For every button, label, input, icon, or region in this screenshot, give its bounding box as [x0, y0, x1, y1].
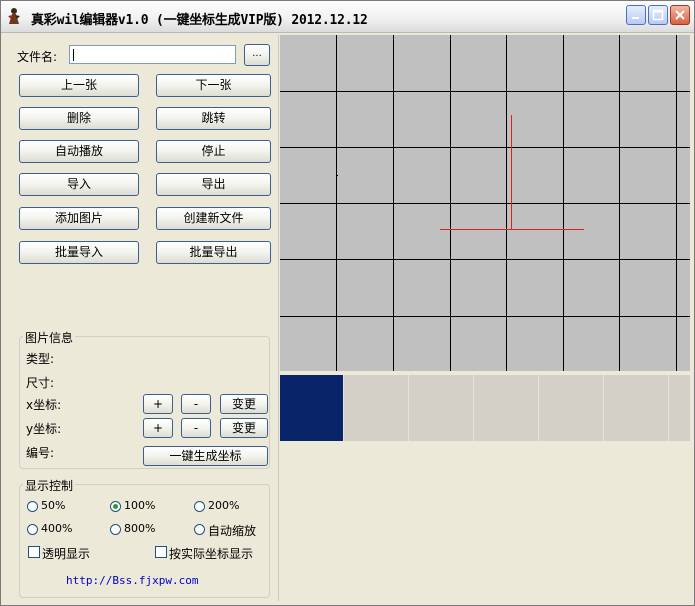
website-link[interactable]: http://Bss.fjxpw.com: [66, 574, 198, 587]
image-canvas[interactable]: [280, 35, 690, 371]
radio-zoom-400-label: 400%: [41, 522, 73, 535]
radio-zoom-100[interactable]: [110, 501, 121, 512]
radio-auto-zoom-label: 自动缩放: [208, 524, 257, 538]
x-change-button[interactable]: 变更: [220, 394, 268, 414]
display-control-title: 显示控制: [23, 477, 76, 494]
title-bar[interactable]: 真彩wil编辑器v1.0 (一键坐标生成VIP版) 2012.12.12: [1, 1, 694, 33]
y-change-button[interactable]: 变更: [220, 418, 268, 438]
thumbnail[interactable]: [605, 375, 669, 441]
crosshair-horizontal: [440, 229, 584, 230]
radio-zoom-400[interactable]: [27, 524, 38, 535]
maximize-icon: [652, 9, 664, 21]
transparent-label: 透明显示: [42, 547, 91, 561]
batch-import-button[interactable]: 批量导入: [19, 241, 139, 264]
minimize-button[interactable]: [626, 5, 646, 25]
radio-zoom-200[interactable]: [194, 501, 205, 512]
create-file-button[interactable]: 创建新文件: [156, 207, 271, 230]
import-button[interactable]: 导入: [19, 173, 139, 196]
text-caret: [73, 49, 74, 61]
close-icon: [675, 10, 685, 20]
filename-label: 文件名:: [17, 50, 58, 64]
x-coord-label: x坐标:: [26, 398, 62, 412]
browse-button[interactable]: ...: [244, 44, 270, 66]
control-panel: 文件名: ... 上一张 下一张 删除 跳转 自动播放 停止 导入 导出 添加图…: [7, 35, 279, 601]
y-plus-button[interactable]: +: [143, 418, 173, 438]
x-plus-button[interactable]: +: [143, 394, 173, 414]
stop-button[interactable]: 停止: [156, 140, 271, 163]
size-label: 尺寸:: [26, 376, 55, 390]
grid-line-h: [280, 147, 690, 148]
thumbnail[interactable]: [475, 375, 539, 441]
main-window: 真彩wil编辑器v1.0 (一键坐标生成VIP版) 2012.12.12 文件名…: [0, 0, 695, 606]
close-button[interactable]: [670, 5, 690, 25]
radio-zoom-100-label: 100%: [124, 499, 156, 512]
thumbnail-selected[interactable]: [280, 375, 344, 441]
crosshair-vertical: [511, 115, 512, 230]
radio-zoom-50-label: 50%: [41, 499, 66, 512]
type-label: 类型:: [26, 352, 55, 366]
generate-coords-button[interactable]: 一键生成坐标: [143, 446, 268, 466]
thumbnail[interactable]: [410, 375, 474, 441]
minimize-icon: [632, 17, 639, 19]
radio-zoom-50[interactable]: [27, 501, 38, 512]
transparent-checkbox[interactable]: [28, 546, 40, 558]
actual-coords-label: 按实际坐标显示: [169, 547, 254, 561]
grid-line-h: [280, 91, 690, 92]
radio-zoom-800[interactable]: [110, 524, 121, 535]
actual-coords-checkbox[interactable]: [155, 546, 167, 558]
y-coord-label: y坐标:: [26, 422, 62, 436]
thumbnail[interactable]: [540, 375, 604, 441]
id-label: 编号:: [26, 446, 55, 460]
radio-auto-zoom[interactable]: [194, 524, 205, 535]
thumbnail-strip: [280, 375, 690, 441]
pixel-mark: [336, 175, 338, 176]
thumbnail[interactable]: [345, 375, 409, 441]
grid-line-h: [280, 259, 690, 260]
image-info-title: 图片信息: [23, 329, 76, 346]
export-button[interactable]: 导出: [156, 173, 271, 196]
radio-zoom-800-label: 800%: [124, 522, 156, 535]
maximize-button[interactable]: [648, 5, 668, 25]
jump-button[interactable]: 跳转: [156, 107, 271, 130]
delete-button[interactable]: 删除: [19, 107, 139, 130]
add-image-button[interactable]: 添加图片: [19, 207, 139, 230]
window-title: 真彩wil编辑器v1.0 (一键坐标生成VIP版) 2012.12.12: [31, 13, 368, 28]
grid-line-h: [280, 203, 690, 204]
y-minus-button[interactable]: -: [181, 418, 211, 438]
prev-button[interactable]: 上一张: [19, 74, 139, 97]
batch-export-button[interactable]: 批量导出: [156, 241, 271, 264]
autoplay-button[interactable]: 自动播放: [19, 140, 139, 163]
next-button[interactable]: 下一张: [156, 74, 271, 97]
filename-input[interactable]: [69, 45, 236, 64]
app-figure-icon: [5, 7, 23, 25]
x-minus-button[interactable]: -: [181, 394, 211, 414]
grid-line-h: [280, 316, 690, 317]
radio-zoom-200-label: 200%: [208, 499, 240, 512]
